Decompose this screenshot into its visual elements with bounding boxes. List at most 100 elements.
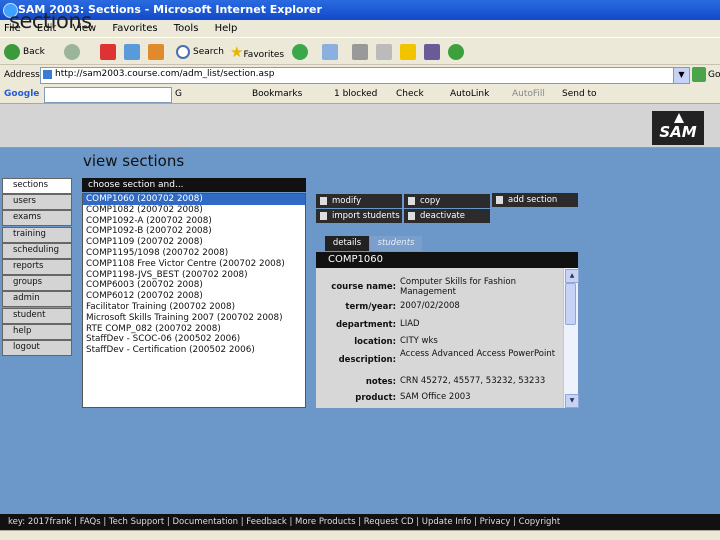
sam-logo: SAM bbox=[652, 111, 704, 145]
google-toolbar: Google G Bookmarks 1 blocked Check AutoL… bbox=[0, 85, 720, 104]
import-students-button[interactable]: import students bbox=[316, 209, 402, 223]
list-item[interactable]: Facilitator Training (200702 2008) bbox=[83, 302, 305, 313]
menu-bar: File Edit View Favorites Tools Help bbox=[0, 20, 720, 37]
course-name-label: course name: bbox=[331, 282, 396, 292]
mail-icon bbox=[322, 43, 338, 60]
list-item[interactable]: StaffDev - Certification (200502 2006) bbox=[83, 345, 305, 356]
send-to-button[interactable]: Send to bbox=[562, 85, 597, 104]
search-icon bbox=[176, 44, 190, 59]
mail-button[interactable] bbox=[322, 43, 341, 61]
address-dropdown[interactable]: ▼ bbox=[673, 67, 690, 84]
refresh-button[interactable] bbox=[124, 43, 143, 61]
list-item[interactable]: StaffDev - SCOC-06 (200502 2006) bbox=[83, 334, 305, 345]
star-icon: ★ bbox=[230, 43, 244, 61]
nav-item-exams[interactable]: exams bbox=[2, 210, 72, 227]
menu-tools[interactable]: Tools bbox=[174, 23, 199, 34]
app-title: sections bbox=[9, 9, 92, 33]
messenger-button[interactable] bbox=[448, 43, 467, 61]
list-item[interactable]: COMP1108 Free Victor Centre (200702 2008… bbox=[83, 259, 305, 270]
list-item[interactable]: COMP1060 (200702 2008) bbox=[83, 194, 305, 205]
home-button[interactable] bbox=[148, 43, 167, 61]
back-button[interactable]: Back bbox=[4, 43, 45, 61]
scroll-down-icon[interactable]: ▼ bbox=[565, 394, 579, 408]
scrollbar-thumb[interactable] bbox=[565, 283, 576, 325]
research-button[interactable] bbox=[424, 43, 443, 61]
modify-button[interactable]: modify bbox=[316, 194, 402, 208]
nav-item-reports[interactable]: reports bbox=[2, 258, 72, 275]
copy-button[interactable]: copy bbox=[404, 194, 490, 208]
nav-item-logout[interactable]: logout bbox=[2, 339, 72, 356]
details-panel: course name: Computer Skills for Fashion… bbox=[316, 268, 578, 408]
description-label: description: bbox=[338, 355, 396, 365]
deactivate-button[interactable]: deactivate bbox=[404, 209, 490, 223]
list-item[interactable]: Microsoft Skills Training 2007 (200702 2… bbox=[83, 313, 305, 324]
tab-students[interactable]: students bbox=[370, 236, 422, 251]
list-item[interactable]: COMP1092-B (200702 2008) bbox=[83, 226, 305, 237]
department-value: LIAD bbox=[400, 319, 420, 329]
autofill-button[interactable]: AutoFill bbox=[512, 85, 545, 104]
deactivate-label: deactivate bbox=[420, 211, 466, 221]
list-item[interactable]: COMP1198-JVS_BEST (200702 2008) bbox=[83, 270, 305, 281]
list-item[interactable]: COMP1082 (200702 2008) bbox=[83, 205, 305, 216]
section-list-header: choose section and... bbox=[82, 178, 306, 192]
section-list[interactable]: COMP1060 (200702 2008) COMP1082 (200702 … bbox=[82, 193, 306, 408]
footer-links[interactable]: key: 2017frank | FAQs | Tech Support | D… bbox=[0, 514, 720, 530]
import-students-label: import students bbox=[332, 211, 400, 221]
google-search-input[interactable] bbox=[44, 87, 172, 103]
list-item[interactable]: RTE COMP_082 (200702 2008) bbox=[83, 324, 305, 335]
product-label: product: bbox=[355, 393, 396, 403]
list-item[interactable]: COMP6012 (200702 2008) bbox=[83, 291, 305, 302]
list-item[interactable]: COMP1195/1098 (200702 2008) bbox=[83, 248, 305, 259]
menu-favorites[interactable]: Favorites bbox=[112, 23, 157, 34]
nav-item-student[interactable]: student bbox=[2, 307, 72, 324]
details-header: COMP1060 bbox=[316, 252, 578, 268]
print-button[interactable] bbox=[352, 43, 371, 61]
go-icon[interactable] bbox=[692, 67, 706, 82]
description-value: Access Advanced Access PowerPoint bbox=[400, 349, 556, 359]
discuss-icon bbox=[400, 43, 416, 60]
tab-details[interactable]: details bbox=[325, 236, 369, 251]
copy-label: copy bbox=[420, 196, 441, 206]
forward-button[interactable] bbox=[64, 43, 83, 61]
favorites-button[interactable]: ★Favorites bbox=[230, 43, 284, 61]
refresh-icon bbox=[124, 43, 140, 60]
media-button[interactable] bbox=[292, 43, 311, 61]
autolink-button[interactable]: AutoLink bbox=[450, 85, 489, 104]
home-icon bbox=[148, 43, 164, 60]
address-bar: Address http://sam2003.course.com/adm_li… bbox=[0, 65, 720, 85]
address-input[interactable]: http://sam2003.course.com/adm_list/secti… bbox=[40, 67, 688, 84]
bookmarks-button[interactable]: Bookmarks bbox=[252, 85, 302, 104]
google-go-button[interactable]: G bbox=[175, 85, 182, 104]
scroll-up-icon[interactable]: ▲ bbox=[565, 269, 579, 283]
location-label: location: bbox=[354, 337, 396, 347]
term-year-value: 2007/02/2008 bbox=[400, 301, 460, 311]
popup-blocker[interactable]: 1 blocked bbox=[334, 85, 377, 104]
nav-item-help[interactable]: help bbox=[2, 323, 72, 340]
discuss-button[interactable] bbox=[400, 43, 419, 61]
app-header bbox=[0, 104, 720, 148]
menu-help[interactable]: Help bbox=[215, 23, 238, 34]
list-item[interactable]: COMP6003 (200702 2008) bbox=[83, 280, 305, 291]
list-item[interactable]: COMP1109 (200702 2008) bbox=[83, 237, 305, 248]
nav-item-users[interactable]: users bbox=[2, 194, 72, 211]
search-button[interactable]: Search bbox=[176, 43, 224, 61]
nav-item-groups[interactable]: groups bbox=[2, 275, 72, 292]
print-icon bbox=[352, 43, 368, 60]
address-label: Address bbox=[4, 70, 40, 80]
add-section-button[interactable]: add section bbox=[492, 193, 578, 207]
stop-button[interactable] bbox=[100, 43, 119, 61]
product-value: SAM Office 2003 bbox=[400, 392, 471, 402]
go-button[interactable]: Go bbox=[708, 65, 720, 85]
nav-item-sections[interactable]: sections bbox=[2, 178, 72, 194]
department-label: department: bbox=[335, 320, 396, 330]
browser-toolbar: Back Search ★Favorites bbox=[0, 37, 720, 65]
check-button[interactable]: Check bbox=[396, 85, 424, 104]
nav-item-admin[interactable]: admin bbox=[2, 291, 72, 308]
nav-item-scheduling[interactable]: scheduling bbox=[2, 242, 72, 259]
edit-button[interactable] bbox=[376, 43, 395, 61]
google-logo: Google bbox=[4, 89, 40, 99]
term-year-label: term/year: bbox=[345, 302, 396, 312]
media-icon bbox=[292, 43, 308, 60]
nav-item-training[interactable]: training bbox=[2, 226, 72, 243]
list-item[interactable]: COMP1092-A (200702 2008) bbox=[83, 216, 305, 227]
